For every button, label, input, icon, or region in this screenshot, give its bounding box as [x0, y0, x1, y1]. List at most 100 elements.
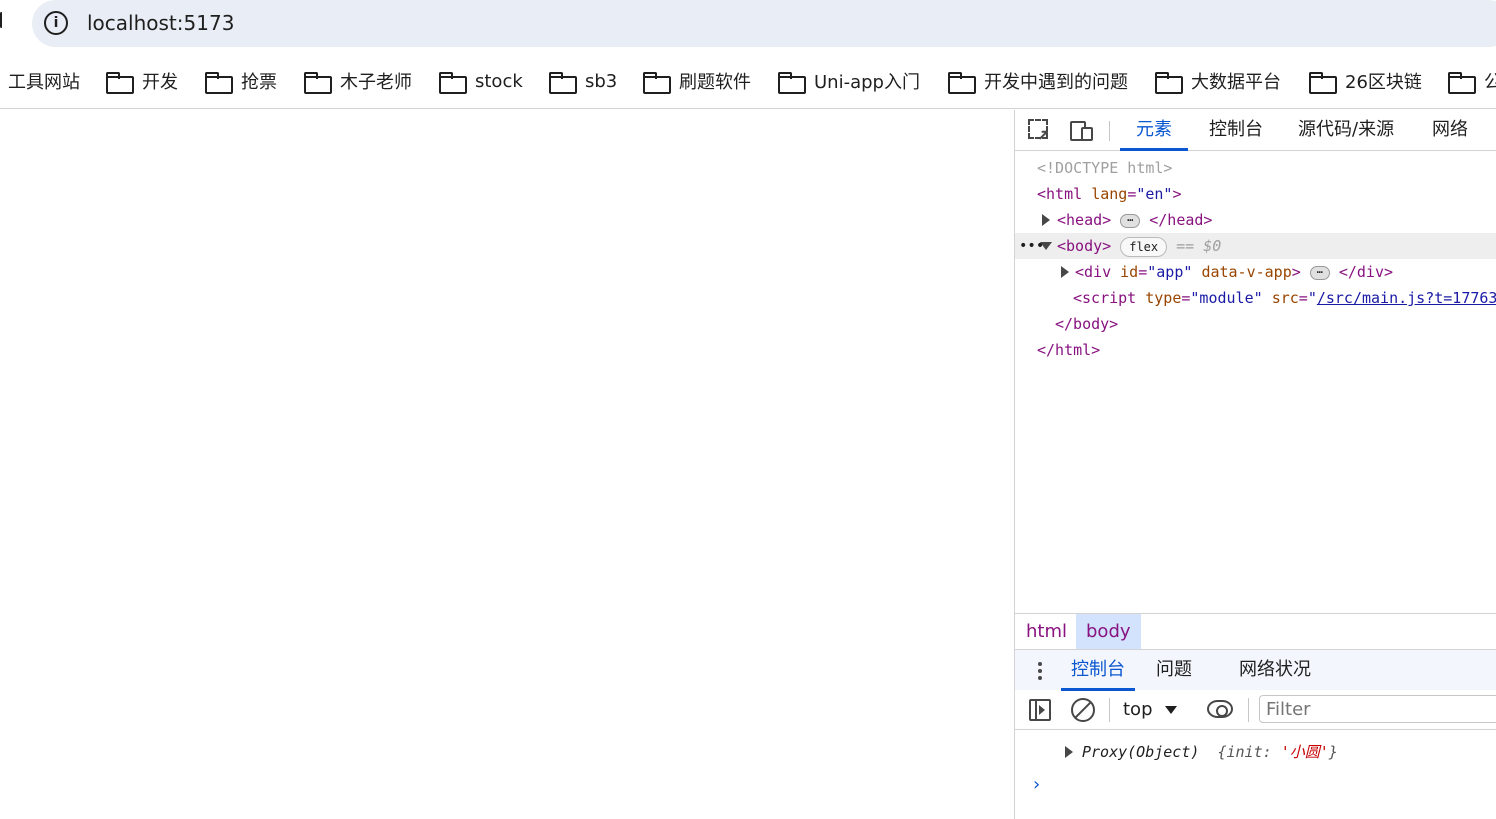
folder-icon [106, 72, 134, 94]
script-src-link[interactable]: /src/main.js?t=17763 [1317, 289, 1496, 307]
console-log-entry[interactable]: Proxy(Object) {init: '小圆'} [1015, 739, 1496, 765]
body-node[interactable]: ••• <body> flex == $0 [1015, 233, 1496, 259]
bookmark-label: stock [475, 70, 523, 92]
bookmark-label: Uni-app入门 [814, 72, 920, 93]
tab-elements[interactable]: 元素 [1120, 110, 1188, 151]
bookmark-folder[interactable]: 开发 [106, 68, 178, 94]
live-expression-eye-icon[interactable] [1207, 700, 1233, 718]
html-node[interactable]: <html lang="en"> [1015, 181, 1496, 207]
bookmark-folder[interactable]: sb3 [549, 68, 617, 94]
div-open-end: > [1291, 263, 1301, 281]
dropdown-caret-icon [1164, 706, 1177, 714]
folder-icon [1309, 72, 1337, 94]
toolbar-divider [1248, 698, 1249, 722]
script-type-name: type [1145, 289, 1182, 307]
bookmark-folder[interactable]: 26区块链 [1309, 68, 1422, 94]
expand-arrow-icon[interactable] [1042, 214, 1050, 226]
breadcrumb-body[interactable]: body [1076, 614, 1141, 649]
breadcrumb-html[interactable]: html [1016, 614, 1077, 649]
address-bar[interactable]: i localhost:5173 [32, 0, 1496, 47]
bookmark-folder[interactable]: 刷题软件 [643, 68, 751, 94]
toolbar-divider [1109, 121, 1110, 141]
html-close-node[interactable]: </html> [1015, 337, 1496, 363]
bookmark-folder[interactable]: 木子老师 [304, 68, 412, 94]
doctype-node[interactable]: <!DOCTYPE html> [1015, 155, 1496, 181]
bookmark-label: 刷题软件 [679, 72, 751, 93]
doctype-text: <!DOCTYPE html> [1037, 159, 1173, 177]
bookmark-label: sb3 [585, 70, 618, 92]
bookmark-item[interactable]: 工具网站 [8, 68, 80, 94]
html-attr-value: "en" [1136, 185, 1173, 203]
folder-icon [549, 72, 577, 94]
flex-badge[interactable]: flex [1120, 236, 1168, 257]
bookmark-folder[interactable]: 抢票 [205, 68, 277, 94]
url-text[interactable]: localhost:5173 [87, 10, 234, 36]
collapsed-ellipsis[interactable]: … [1309, 265, 1330, 280]
div-app-node[interactable]: <div id="app" data-v-app> … </div> [1015, 259, 1496, 285]
folder-icon [778, 72, 806, 94]
folder-icon [304, 72, 332, 94]
console-prompt-icon[interactable]: › [1033, 774, 1040, 795]
head-node[interactable]: <head> … </head> [1015, 207, 1496, 233]
log-open-brace: { [1217, 743, 1227, 761]
expand-arrow-icon[interactable] [1061, 266, 1069, 278]
log-prefix: Proxy(Object) [1082, 743, 1200, 761]
folder-icon [205, 72, 233, 94]
clear-console-icon[interactable] [1071, 698, 1095, 722]
html-open-tag: <html [1037, 185, 1083, 203]
context-label: top [1123, 699, 1153, 720]
toolbar-divider [1109, 698, 1110, 722]
html-open-end: > [1172, 185, 1182, 203]
bookmark-label: 开发 [142, 72, 178, 93]
context-selector[interactable]: top [1123, 696, 1177, 724]
bookmark-label: 木子老师 [340, 72, 412, 93]
bookmark-folder[interactable]: stock [439, 68, 523, 94]
bookmark-folder[interactable]: 开发中遇到的问题 [948, 68, 1128, 94]
div-open-tag: <div [1075, 263, 1112, 281]
tab-console[interactable]: 控制台 [1209, 110, 1263, 151]
devtools-tabbar: ➜ 元素 控制台 源代码/来源 网络 [1015, 110, 1496, 151]
collapse-arrow-icon[interactable] [1040, 242, 1052, 250]
script-open-tag: <script [1073, 289, 1137, 307]
bookmark-label: 抢票 [241, 72, 277, 93]
drawer-tab-console[interactable]: 控制台 [1061, 650, 1135, 691]
script-node[interactable]: <script type="module" src="/src/main.js?… [1015, 285, 1496, 311]
devtools-panel: ➜ 元素 控制台 源代码/来源 网络 <!DOCTYPE html> <html… [1014, 110, 1496, 819]
bookmark-folder[interactable]: Uni-app入门 [778, 68, 920, 94]
body-close-tag: </body> [1055, 315, 1119, 333]
bookmark-label: 开发中遇到的问题 [984, 72, 1128, 93]
drawer-menu-icon[interactable] [1037, 660, 1043, 682]
div-attr-value: "app" [1147, 263, 1193, 281]
folder-icon [1155, 72, 1183, 94]
html-attr-name: lang [1091, 185, 1128, 203]
tab-network[interactable]: 网络 [1432, 110, 1468, 151]
script-src-quote: " [1307, 289, 1317, 307]
device-toolbar-icon[interactable] [1070, 119, 1094, 143]
drawer-tabbar: 控制台 问题 网络状况 [1015, 649, 1496, 691]
body-open-tag: <body> [1057, 237, 1112, 255]
log-text: Proxy(Object) {init: '小圆'} [1082, 739, 1338, 765]
log-value: '小圆' [1280, 743, 1329, 761]
console-output: Proxy(Object) {init: '小圆'} › [1015, 731, 1496, 819]
info-icon[interactable]: i [44, 11, 68, 35]
show-sidebar-icon[interactable] [1029, 699, 1051, 721]
bookmark-folder[interactable]: 公 [1448, 68, 1496, 94]
collapsed-ellipsis[interactable]: … [1120, 213, 1141, 228]
tab-sources[interactable]: 源代码/来源 [1298, 110, 1394, 151]
elements-tree: <!DOCTYPE html> <html lang="en"> <head> … [1015, 152, 1496, 612]
body-close-node[interactable]: </body> [1015, 311, 1496, 337]
drawer-tab-issues[interactable]: 问题 [1156, 650, 1192, 691]
console-filter-input[interactable] [1259, 695, 1496, 723]
inspect-element-icon[interactable]: ➜ [1028, 119, 1055, 146]
folder-icon [439, 72, 467, 94]
drawer-tab-network-conditions[interactable]: 网络状况 [1239, 650, 1311, 691]
bookmark-label: 26区块链 [1345, 72, 1422, 93]
folder-icon [948, 72, 976, 94]
bookmark-label: 工具网站 [8, 72, 80, 93]
bookmark-label: 公 [1484, 68, 1496, 94]
bookmark-folder[interactable]: 大数据平台 [1155, 68, 1281, 94]
head-open-tag: <head> [1057, 211, 1112, 229]
console-toolbar: top [1015, 690, 1496, 730]
script-type-value: "module" [1190, 289, 1263, 307]
expand-arrow-icon[interactable] [1065, 746, 1073, 758]
